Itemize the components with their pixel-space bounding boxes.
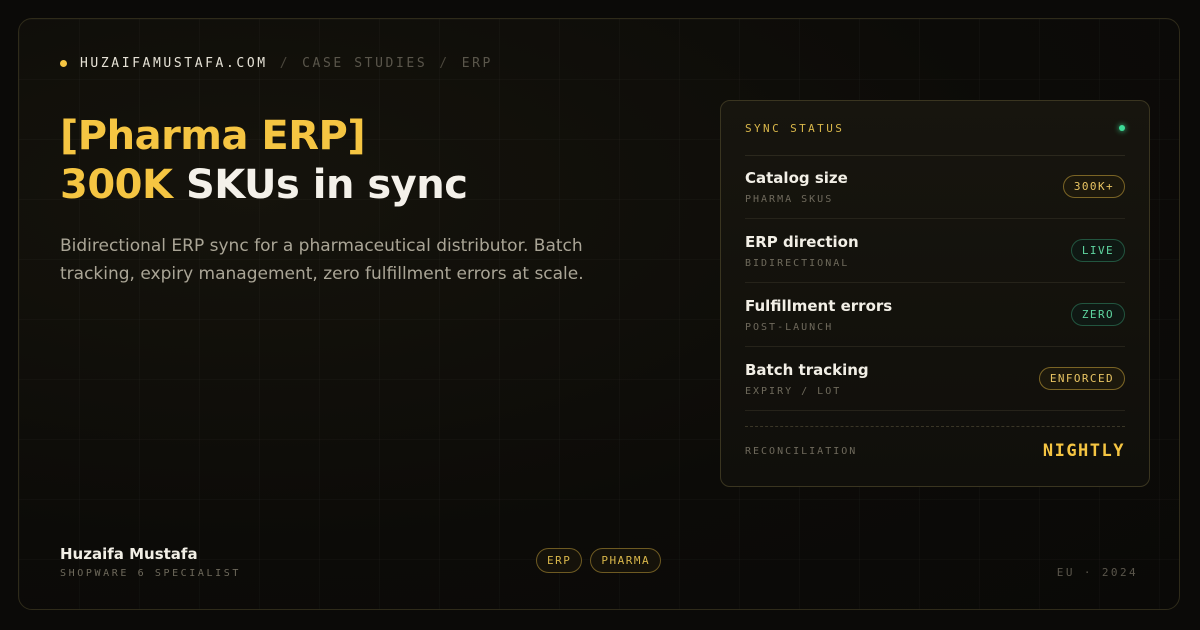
card-label: SYNC STATUS	[745, 121, 845, 135]
sync-status-card: SYNC STATUS Catalog size PHARMA SKUS 300…	[720, 100, 1150, 487]
reconciliation-label: RECONCILIATION	[745, 445, 858, 457]
breadcrumb: HUZAIFAMUSTAFA.COM / CASE STUDIES / ERP	[60, 56, 493, 71]
status-row: ERP direction BIDIRECTIONAL LIVE	[745, 219, 1125, 283]
live-indicator-icon	[1119, 125, 1125, 131]
breadcrumb-separator: /	[279, 56, 291, 71]
author-name: Huzaifa Mustafa	[60, 545, 198, 563]
status-badge: LIVE	[1070, 239, 1125, 262]
tag-pharma[interactable]: PHARMA	[590, 548, 662, 573]
breadcrumb-page: ERP	[461, 56, 493, 71]
reconciliation-row: RECONCILIATION NIGHTLY	[745, 441, 1125, 461]
row-title: Catalog size	[745, 168, 848, 187]
page-title: [Pharma ERP] 300K SKUs in sync	[60, 112, 468, 210]
title-text: SKUs in sync	[185, 162, 468, 208]
breadcrumb-separator: /	[439, 56, 450, 71]
status-badge: 300K+	[1062, 175, 1125, 198]
dashed-divider	[745, 426, 1125, 428]
row-subtitle: POST-LAUNCH	[745, 321, 834, 333]
tag-erp[interactable]: ERP	[536, 548, 583, 573]
description: Bidirectional ERP sync for a pharmaceuti…	[60, 236, 584, 284]
row-subtitle: EXPIRY / LOT	[745, 385, 842, 397]
breadcrumb-section[interactable]: CASE STUDIES	[302, 56, 427, 71]
bullet-dot-icon	[60, 60, 67, 67]
title-tag: [Pharma ERP]	[60, 113, 366, 159]
author-role: SHOPWARE 6 SPECIALIST	[60, 568, 242, 579]
card-header: SYNC STATUS	[745, 101, 1125, 156]
breadcrumb-site[interactable]: HUZAIFAMUSTAFA.COM	[80, 56, 268, 71]
reconciliation-value: NIGHTLY	[1042, 441, 1125, 461]
author-block: Huzaifa Mustafa SHOPWARE 6 SPECIALIST	[60, 545, 241, 579]
status-row: Catalog size PHARMA SKUS 300K+	[745, 155, 1125, 219]
row-subtitle: BIDIRECTIONAL	[745, 257, 850, 269]
status-badge: ENFORCED	[1038, 367, 1125, 390]
tag-list: ERP PHARMA	[536, 548, 662, 573]
row-subtitle: PHARMA SKUS	[745, 193, 834, 205]
region-year: EU · 2024	[1056, 566, 1138, 579]
status-badge: ZERO	[1070, 303, 1125, 326]
row-title: Batch tracking	[745, 360, 869, 379]
status-row: Batch tracking EXPIRY / LOT ENFORCED	[745, 347, 1125, 411]
title-number: 300K	[60, 162, 173, 208]
status-row: Fulfillment errors POST-LAUNCH ZERO	[745, 283, 1125, 347]
row-title: ERP direction	[745, 232, 859, 251]
row-title: Fulfillment errors	[745, 296, 893, 315]
